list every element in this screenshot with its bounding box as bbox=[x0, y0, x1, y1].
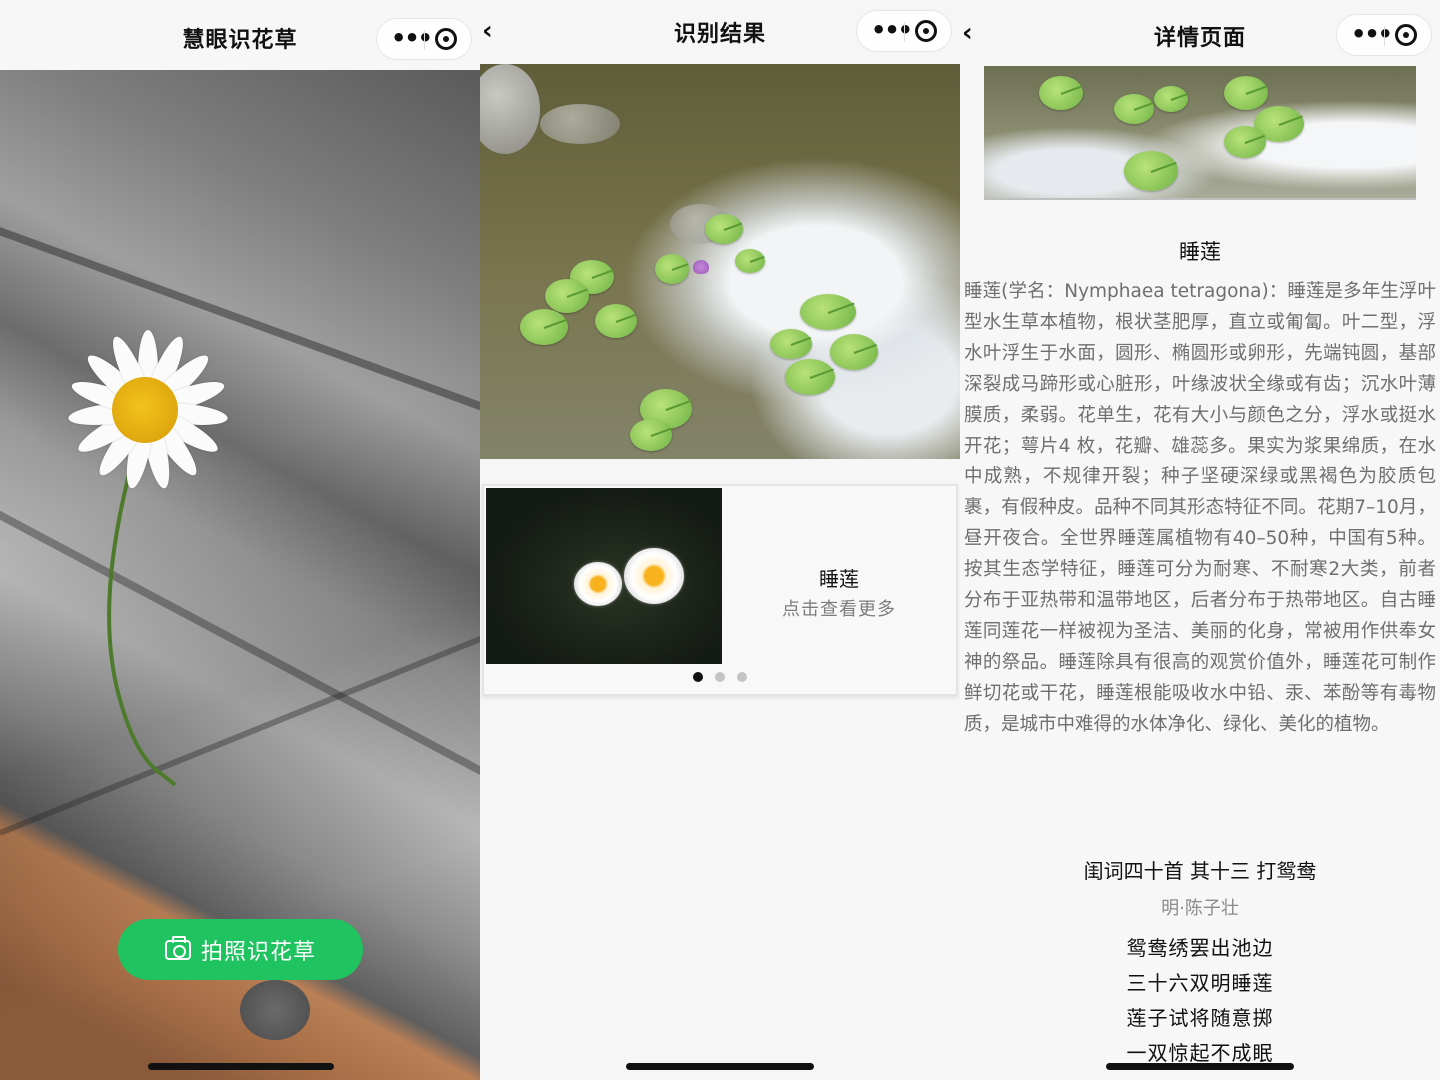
carousel-dot[interactable] bbox=[693, 672, 703, 682]
poem-line: 鸳鸯绣罢出池边 bbox=[1126, 936, 1274, 960]
navigation-bar: 慧眼识花草 ••• bbox=[0, 0, 480, 70]
lotus-flower bbox=[693, 260, 709, 274]
mini-program-capsule: ••• bbox=[376, 18, 472, 60]
result-card[interactable]: 睡莲 点击查看更多 bbox=[482, 484, 958, 696]
more-dots-icon[interactable]: ••• bbox=[871, 18, 913, 42]
carousel-dot[interactable] bbox=[715, 672, 725, 682]
carousel-indicator bbox=[484, 672, 956, 682]
camera-icon bbox=[164, 935, 191, 960]
wood-knot bbox=[240, 980, 310, 1040]
home-indicator[interactable] bbox=[626, 1063, 814, 1070]
poem-section: 闺词四十首 其十三 打鸳鸯 明·陈子壮 鸳鸯绣罢出池边 三十六双明睡莲 莲子试将… bbox=[960, 855, 1440, 1071]
daisy-flower bbox=[60, 325, 230, 495]
detail-photo bbox=[984, 66, 1416, 200]
carousel-dot[interactable] bbox=[737, 672, 747, 682]
mini-program-capsule: ••• bbox=[856, 10, 952, 52]
result-screen: ‹ 识别结果 ••• 睡莲 点击查看更多 bbox=[480, 0, 960, 1080]
poem-title: 闺词四十首 其十三 打鸳鸯 bbox=[1083, 859, 1317, 883]
home-indicator[interactable] bbox=[148, 1063, 334, 1070]
result-name: 睡莲 bbox=[819, 567, 859, 591]
detail-screen: ‹ 详情页面 ••• 睡莲 睡莲(学名：Nymphaea tetragona)：… bbox=[960, 0, 1440, 1080]
target-close-icon[interactable] bbox=[435, 28, 457, 50]
more-dots-icon[interactable]: ••• bbox=[1351, 22, 1393, 46]
plant-name: 睡莲 bbox=[1179, 240, 1221, 264]
poem-line: 三十六双明睡莲 bbox=[1126, 971, 1274, 995]
home-indicator[interactable] bbox=[1106, 1063, 1294, 1070]
poem-author: 明·陈子壮 bbox=[1161, 898, 1239, 919]
home-screen: 慧眼识花草 ••• 拍照识花草 bbox=[0, 0, 480, 1080]
photo-identify-label: 拍照识花草 bbox=[200, 939, 316, 965]
target-close-icon[interactable] bbox=[915, 20, 937, 42]
poem-line: 莲子试将随意掷 bbox=[1126, 1006, 1274, 1030]
more-dots-icon[interactable]: ••• bbox=[391, 26, 433, 50]
navigation-bar: ‹ 详情页面 ••• bbox=[960, 0, 1440, 64]
photo-identify-button[interactable]: 拍照识花草 bbox=[118, 919, 363, 980]
daisy-stem bbox=[107, 470, 177, 787]
view-more-link[interactable]: 点击查看更多 bbox=[722, 595, 956, 621]
navigation-bar: ‹ 识别结果 ••• bbox=[480, 0, 960, 64]
mini-program-capsule: ••• bbox=[1336, 14, 1432, 56]
result-thumbnail bbox=[486, 488, 722, 664]
uploaded-pond-photo bbox=[480, 64, 960, 459]
plant-description: 睡莲(学名：Nymphaea tetragona)：睡莲是多年生浮叶型水生草本植… bbox=[964, 281, 1436, 735]
target-close-icon[interactable] bbox=[1395, 24, 1417, 46]
